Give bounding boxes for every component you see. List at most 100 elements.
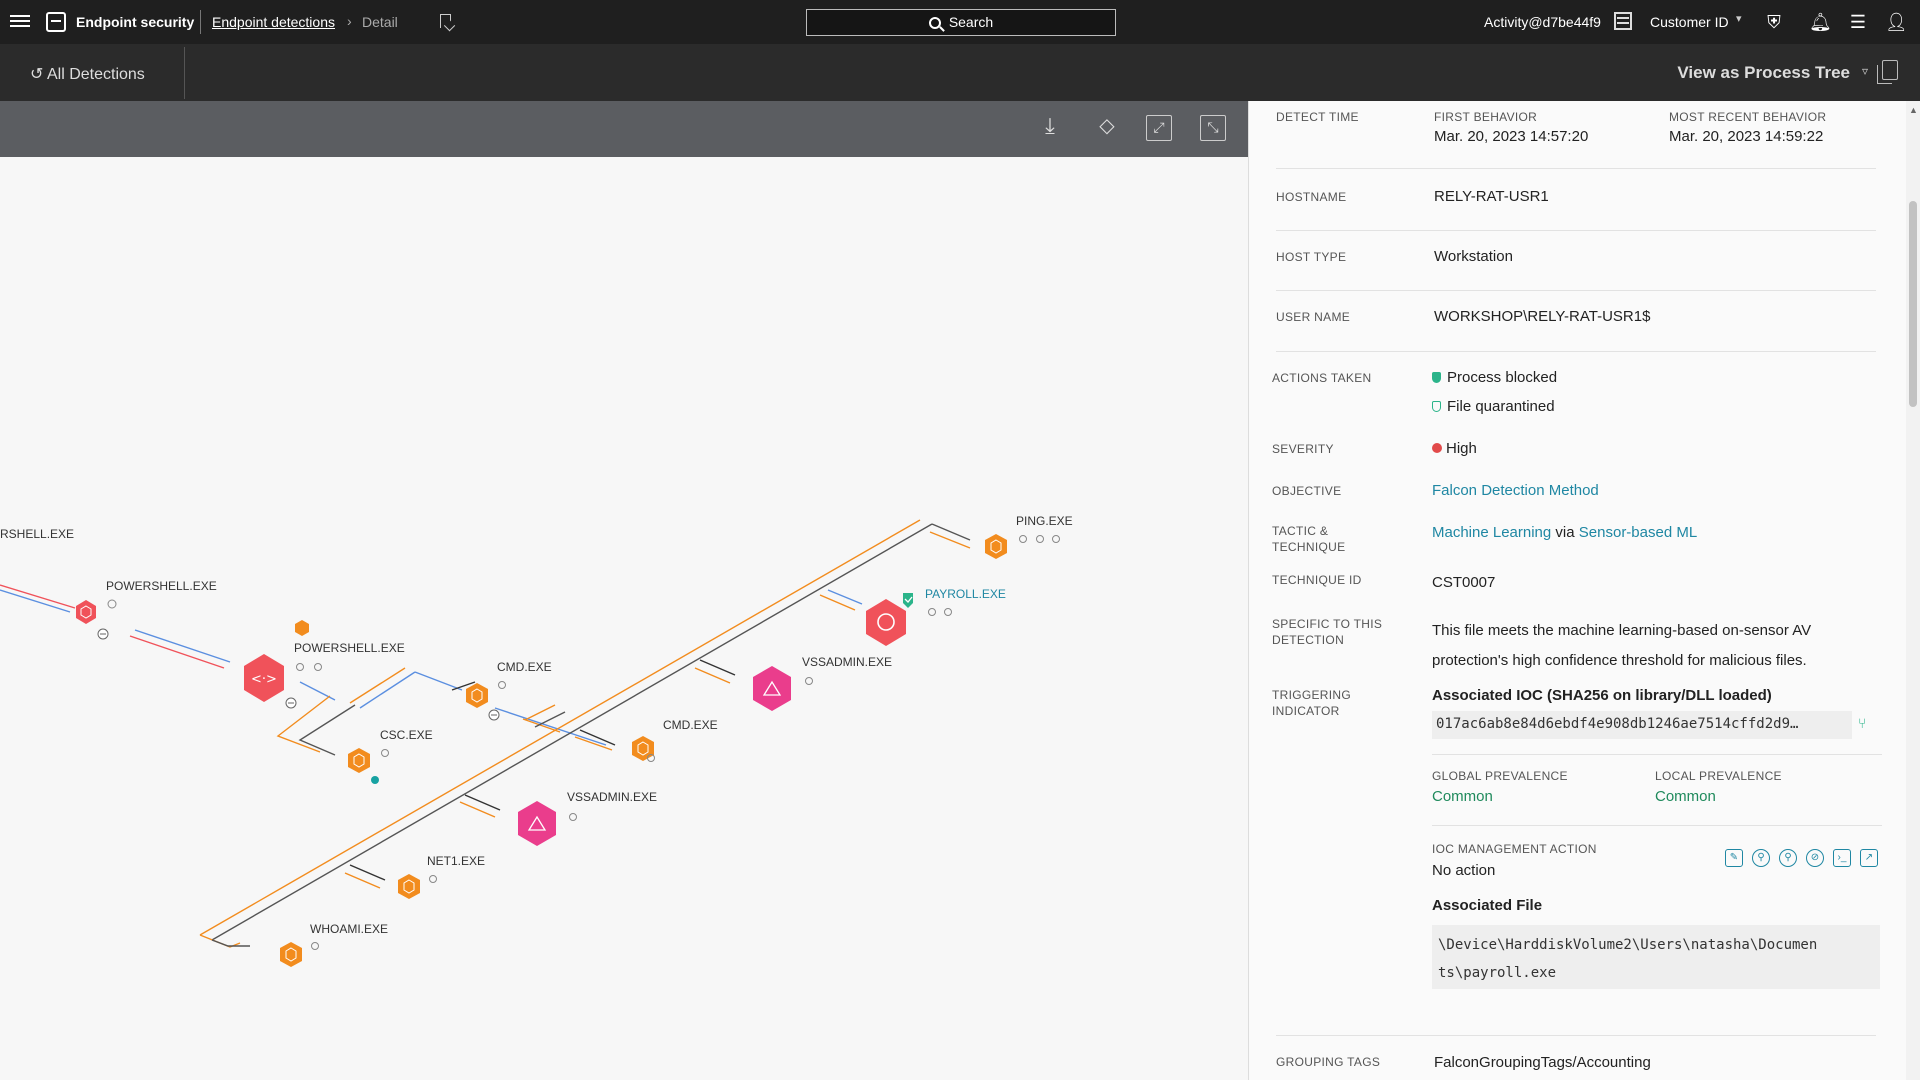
technique-link[interactable]: Sensor-based ML	[1579, 524, 1697, 541]
user-icon[interactable]: 👤︎	[1885, 11, 1908, 33]
node-net1[interactable]	[398, 874, 420, 899]
ioc-hash-value[interactable]: 017ac6ab8e84d6ebdf4e908db1246ae7514cffd2…	[1432, 711, 1852, 739]
user-name-value: WORKSHOP\RELY-RAT-USR1$	[1434, 308, 1651, 325]
severity-high-icon	[1432, 443, 1442, 453]
customer-id-dropdown[interactable]: Customer ID	[1650, 14, 1729, 30]
specific-value: This file meets the machine learning-bas…	[1432, 616, 1902, 676]
node-ping[interactable]	[985, 534, 1007, 559]
node-vssadmin-1[interactable]	[753, 666, 791, 711]
node-label[interactable]: VSSADMIN.EXE	[802, 655, 892, 669]
first-behavior-label: FIRST BEHAVIOR	[1434, 110, 1538, 124]
edge-line	[464, 794, 501, 811]
graph-toolbar: ⤓ ◇ ⤢ ⤡	[0, 101, 1248, 157]
tactic-via: via	[1555, 524, 1575, 541]
detect-time-label: DETECT TIME	[1276, 110, 1359, 124]
associated-file-path[interactable]: \Device\HarddiskVolume2\Users\natasha\Do…	[1432, 925, 1880, 989]
global-prevalence-value: Common	[1432, 788, 1493, 805]
node-csc[interactable]	[348, 748, 370, 773]
specific-label-line2: DETECTION	[1272, 633, 1345, 647]
graph-explore-icon[interactable]: ⑂	[1858, 713, 1866, 733]
node-label[interactable]: PAYROLL.EXE	[925, 587, 1006, 601]
terminal-icon[interactable]: ›_	[1833, 849, 1851, 867]
file-path-line1: \Device\HarddiskVolume2\Users\natasha\Do…	[1438, 937, 1818, 953]
node-payroll[interactable]	[866, 593, 913, 646]
technique-id-value: CST0007	[1432, 574, 1496, 591]
most-recent-label: MOST RECENT BEHAVIOR	[1669, 110, 1827, 124]
specific-line1: This file meets the machine learning-bas…	[1432, 622, 1812, 639]
technique-id-label: TECHNIQUE ID	[1272, 573, 1362, 587]
associated-file-label: Associated File	[1432, 897, 1543, 914]
block-icon[interactable]: ⊘	[1806, 849, 1824, 867]
scroll-up-icon[interactable]: ▲	[1909, 105, 1918, 115]
triggering-label: TRIGGERING INDICATOR	[1272, 687, 1351, 719]
node-cmd-1[interactable]	[466, 683, 488, 708]
node-powershell-2[interactable]: <·>	[244, 654, 284, 702]
download-icon[interactable]: ⤓	[1037, 115, 1063, 141]
edge-line	[494, 707, 607, 746]
details-scrollbar[interactable]: ▲	[1906, 101, 1920, 1080]
node-label[interactable]: VSSADMIN.EXE	[567, 790, 657, 804]
actions-taken-label: ACTIONS TAKEN	[1272, 371, 1372, 385]
objective-link[interactable]: Falcon Detection Method	[1432, 481, 1599, 501]
collapse-icon[interactable]: ⤡	[1200, 115, 1226, 141]
node-vssadmin-2[interactable]	[518, 801, 556, 846]
action-label: File quarantined	[1447, 398, 1555, 415]
grouping-tags-value: FalconGroupingTags/Accounting	[1434, 1054, 1651, 1071]
messages-icon[interactable]: ☰	[1847, 11, 1869, 33]
node-label[interactable]: PING.EXE	[1016, 514, 1073, 528]
breadcrumb-endpoint-detections[interactable]: Endpoint detections	[212, 14, 335, 30]
node-label[interactable]: NET1.EXE	[427, 854, 485, 868]
layers-icon[interactable]: ◇	[1090, 115, 1124, 141]
search-icon	[928, 17, 941, 29]
all-detections-label: All Detections	[46, 66, 145, 83]
most-recent-value: Mar. 20, 2023 14:59:22	[1669, 128, 1824, 145]
shield-icon	[1432, 372, 1441, 383]
user-name-label: USER NAME	[1276, 310, 1351, 324]
chevron-down-icon[interactable]: ▿	[1862, 64, 1868, 78]
node-cmd-2[interactable]	[632, 736, 654, 761]
divider	[1276, 168, 1876, 169]
search-icon[interactable]: ⚲	[1779, 849, 1797, 867]
external-link-icon[interactable]: ↗	[1860, 849, 1878, 867]
hamburger-menu-icon[interactable]	[10, 12, 30, 32]
detection-subbar: ↺ All Detections View as Process Tree ▿	[0, 44, 1920, 101]
node-label[interactable]: WHOAMI.EXE	[310, 922, 388, 936]
expand-icon[interactable]: ⤢	[1146, 115, 1172, 141]
edit-icon[interactable]: ✎	[1725, 849, 1743, 867]
tactic-link[interactable]: Machine Learning	[1432, 524, 1551, 541]
all-detections-link[interactable]: ↺ All Detections	[30, 64, 145, 84]
zoom-search-icon[interactable]: ⚲	[1752, 849, 1770, 867]
severity-label: SEVERITY	[1272, 442, 1334, 456]
view-as-dropdown[interactable]: View as Process Tree	[1677, 63, 1850, 83]
edge-line	[414, 671, 463, 691]
node-powershell-1[interactable]	[76, 600, 96, 624]
edge-line	[929, 531, 971, 549]
edge-line	[199, 934, 241, 948]
node-whoami[interactable]	[280, 942, 302, 967]
host-type-label: HOST TYPE	[1276, 250, 1347, 264]
node-label[interactable]: RSHELL.EXE	[0, 527, 74, 541]
bell-icon[interactable]: 🔔︎	[1809, 11, 1832, 33]
edge-line	[199, 519, 921, 936]
node-label[interactable]: POWERSHELL.EXE	[294, 641, 405, 655]
node-small-indicator[interactable]	[295, 620, 309, 636]
edge-line	[819, 594, 856, 611]
scrollbar-thumb[interactable]	[1909, 201, 1917, 407]
hostname-label: HOSTNAME	[1276, 190, 1347, 204]
falcon-icon[interactable]: ⛨	[1763, 11, 1785, 33]
node-label[interactable]: CMD.EXE	[663, 718, 718, 732]
node-label[interactable]: POWERSHELL.EXE	[106, 579, 217, 593]
search-button[interactable]: Search	[806, 9, 1116, 36]
activity-icon[interactable]	[1614, 12, 1632, 30]
process-graph[interactable]: <·> RSHELL.EXE POWERSHELL.EXE POWERSHELL…	[0, 157, 1248, 1080]
file-path-line2: ts\payroll.exe	[1438, 965, 1557, 981]
edge-line	[134, 629, 231, 663]
chevron-down-icon[interactable]: ▾	[1736, 12, 1742, 25]
action-file-quarantined: File quarantined	[1432, 397, 1555, 417]
copy-icon[interactable]	[1877, 60, 1898, 84]
node-label[interactable]: CSC.EXE	[380, 728, 433, 742]
ioc-title: Associated IOC (SHA256 on library/DLL lo…	[1432, 687, 1772, 704]
node-label[interactable]: CMD.EXE	[497, 660, 552, 674]
activity-user[interactable]: Activity@d7be44f9	[1484, 14, 1601, 30]
bookmark-icon[interactable]	[440, 14, 451, 28]
